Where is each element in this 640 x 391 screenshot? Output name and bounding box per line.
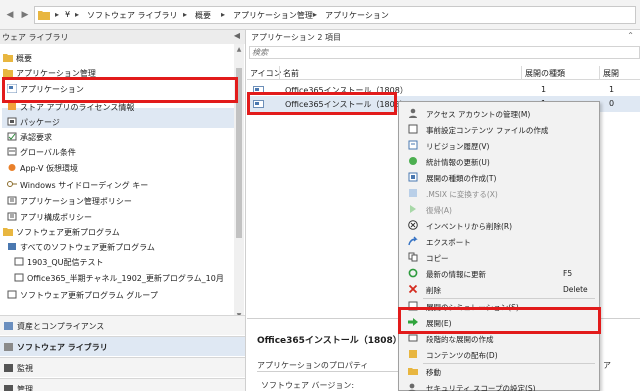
menu-item-manage-access-accounts[interactable]: アクセス アカウントの管理(M) — [399, 105, 599, 121]
breadcrumb-app-management[interactable]: アプリケーション管理 — [233, 10, 313, 21]
collapse-arrow-icon[interactable]: ◀ — [234, 31, 240, 40]
copy-icon — [408, 252, 418, 262]
column-header-icon[interactable]: アイコン — [250, 68, 282, 79]
menu-item-copy[interactable]: コピー — [399, 249, 599, 265]
software-library-icon — [4, 343, 13, 351]
deploy-type-icon — [408, 172, 418, 182]
refresh-shortcut: F5 — [563, 269, 573, 278]
address-bar: ◀ ▶ ▸ ¥ ▸ ソフトウェア ライブラリ ▸ 概要 ▸ アプリケーション管理… — [0, 0, 640, 30]
workspace-administration[interactable]: 管理 — [0, 378, 245, 391]
breadcrumb-overview[interactable]: 概要 — [195, 10, 211, 21]
refresh-icon — [408, 268, 418, 278]
scroll-up-arrow-icon[interactable]: ▲ — [235, 46, 243, 54]
folder-icon — [3, 69, 13, 77]
navigation-pane-header: ウェア ライブラリ ◀ — [0, 30, 245, 44]
menu-item-convert-msix[interactable]: .MSIX に変換する(X) — [399, 185, 599, 201]
package-icon — [7, 117, 17, 126]
revision-icon — [408, 140, 418, 150]
breadcrumb-root[interactable]: ¥ — [65, 10, 70, 19]
update-icon — [8, 243, 16, 250]
update-group-icon — [14, 273, 24, 282]
breadcrumb-applications[interactable]: アプリケーション — [325, 10, 389, 21]
distribute-icon — [409, 350, 417, 358]
delete-shortcut: Delete — [563, 285, 588, 294]
details-section-label: アプリケーションのプロパティ — [257, 361, 369, 370]
content-file-icon — [408, 124, 418, 134]
details-section-label-right: ア — [603, 361, 611, 370]
statistics-icon — [409, 157, 417, 165]
store-license-icon — [8, 103, 16, 110]
search-box[interactable] — [249, 46, 640, 59]
back-arrow-icon[interactable]: ◀ — [4, 9, 16, 21]
list-title: アプリケーション 2 項目 — [251, 33, 342, 42]
breadcrumb-software-library[interactable]: ソフトウェア ライブラリ — [87, 10, 178, 21]
menu-item-refresh[interactable]: 最新の情報に更新 F5 — [399, 265, 599, 281]
approval-icon — [7, 132, 17, 141]
key-icon — [7, 181, 17, 187]
column-headers: アイコン 名前 展開の種類 展開 — [247, 66, 640, 80]
details-property-label: ソフトウェア バージョン: — [261, 381, 355, 390]
menu-item-export[interactable]: エクスポート — [399, 233, 599, 249]
menu-item-create-prestaged-content[interactable]: 事前設定コンテンツ ファイルの作成 — [399, 121, 599, 137]
navigation-pane-title: ウェア ライブラリ — [2, 33, 69, 42]
search-input[interactable] — [252, 47, 632, 58]
column-header-name[interactable]: 名前 — [283, 68, 299, 79]
breadcrumb: ▸ ¥ ▸ ソフトウェア ライブラリ ▸ 概要 ▸ アプリケーション管理 ▸ ア… — [34, 6, 636, 24]
assets-icon — [4, 322, 13, 330]
delete-icon — [408, 284, 418, 294]
move-icon — [408, 368, 418, 375]
scope-icon — [408, 383, 416, 391]
workspace-assets-compliance[interactable]: 資産とコンプライアンス — [0, 315, 245, 335]
menu-item-revert[interactable]: 復帰(A) — [399, 201, 599, 217]
menu-item-distribute-content[interactable]: コンテンツの配布(D) — [399, 346, 599, 362]
update-group-icon — [14, 257, 24, 266]
revert-icon — [410, 205, 416, 213]
menu-item-set-security-scopes[interactable]: セキュリティ スコープの設定(S) — [399, 379, 599, 391]
highlight-box-selected-app — [247, 92, 397, 115]
policy-icon — [7, 196, 17, 205]
folder-icon — [38, 11, 50, 20]
menu-item-move[interactable]: 移動 — [399, 363, 599, 379]
workspace-software-library[interactable]: ソフトウェア ライブラリ — [0, 336, 245, 356]
policy-icon — [7, 212, 17, 221]
menu-item-delete[interactable]: 削除 Delete — [399, 281, 599, 297]
phased-icon — [408, 334, 418, 342]
column-header-deployments[interactable]: 展開 — [603, 68, 619, 79]
highlight-box-deploy — [398, 307, 601, 334]
folder-icon — [3, 228, 13, 236]
update-group-icon — [7, 290, 17, 299]
menu-item-create-deployment-type[interactable]: 展開の種類の作成(T) — [399, 169, 599, 185]
appv-icon — [8, 164, 16, 171]
export-icon — [408, 236, 418, 246]
menu-item-revision-history[interactable]: リビジョン履歴(V) — [399, 137, 599, 153]
forward-arrow-icon[interactable]: ▶ — [19, 9, 31, 21]
highlight-box-applications — [2, 77, 238, 103]
collapse-arrow-icon[interactable]: ⌃ — [627, 31, 634, 40]
administration-icon — [4, 385, 13, 391]
msix-icon — [409, 189, 417, 197]
context-menu: アクセス アカウントの管理(M) 事前設定コンテンツ ファイルの作成 リビジョン… — [398, 101, 600, 391]
menu-item-update-statistics[interactable]: 統計情報の更新(U) — [399, 153, 599, 169]
account-icon — [409, 108, 417, 118]
remove-icon — [408, 220, 418, 230]
condition-icon — [7, 147, 17, 156]
menu-item-remove-from-inventory[interactable]: インベントリから削除(R) — [399, 217, 599, 233]
column-header-deploy-types[interactable]: 展開の種類 — [525, 68, 565, 79]
workspace-monitoring[interactable]: 監視 — [0, 357, 245, 377]
details-title: Office365インストール（1808） — [257, 336, 402, 346]
folder-icon — [3, 54, 13, 62]
monitoring-icon — [4, 364, 13, 372]
